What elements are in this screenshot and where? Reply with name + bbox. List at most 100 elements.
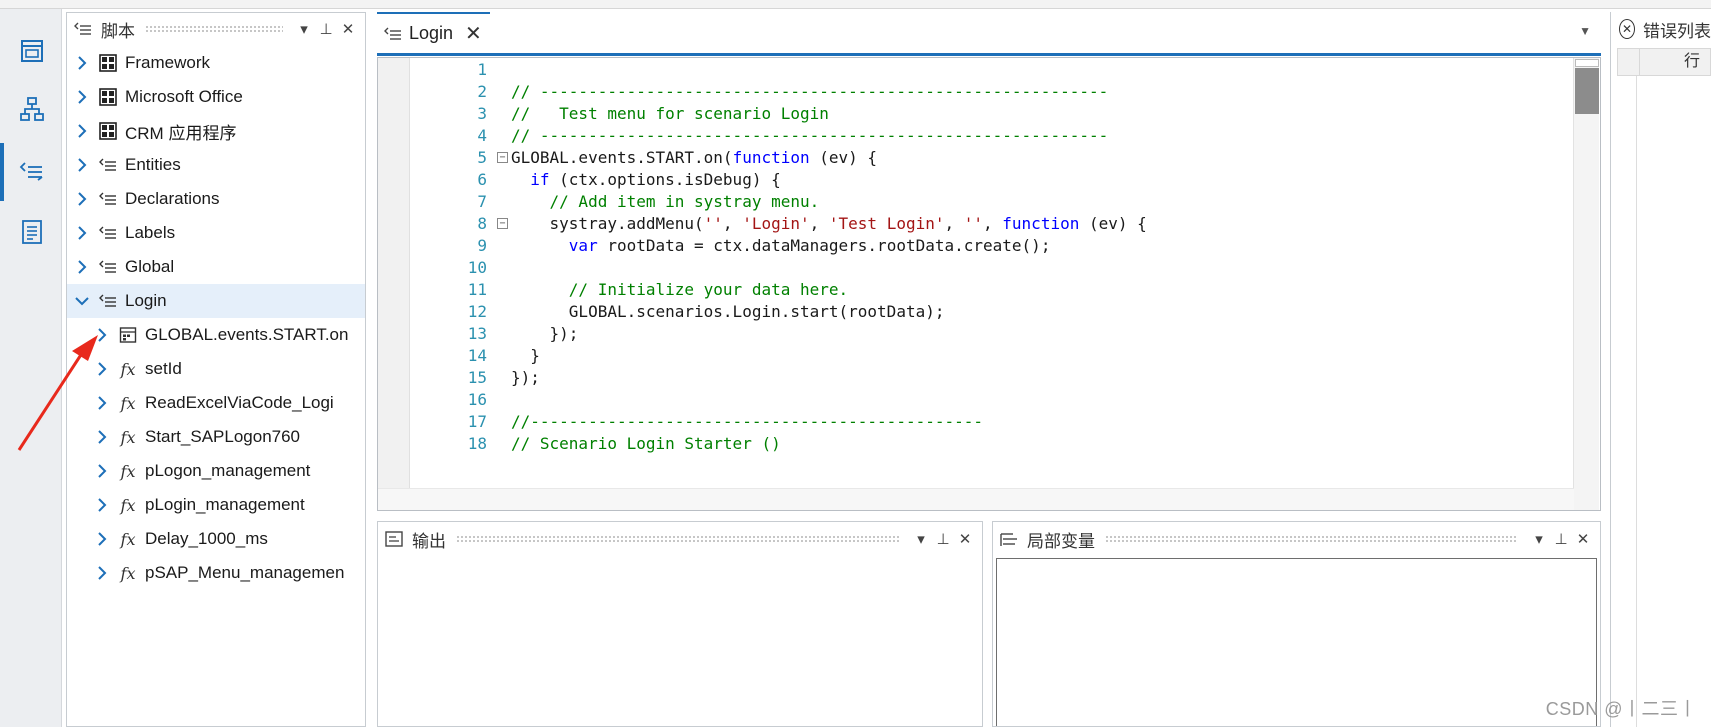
tree-item[interactable]: Global [67,250,365,284]
chevron-right-icon[interactable] [71,120,93,142]
tree-item-label: pLogin_management [145,495,305,514]
code-line[interactable]: 13 }); [411,322,1561,346]
line-number: 1 [477,60,487,79]
chevron-right-icon[interactable] [91,528,113,550]
code-token: , [983,214,1003,233]
locals-content[interactable] [996,558,1597,726]
code-line[interactable]: 14 } [411,344,1561,368]
code-line[interactable]: 8− systray.addMenu('', 'Login', 'Test Lo… [411,212,1561,236]
horizontal-scrollbar[interactable] [378,488,1574,510]
code-line[interactable]: 7 // Add item in systray menu. [411,190,1561,214]
code-token: // Test menu for scenario Login [511,104,829,123]
tree-item[interactable]: Login [67,284,365,318]
tree-child-item[interactable]: fx pLogon_management [67,454,365,488]
scrollbar-thumb[interactable] [1575,68,1599,114]
code-line[interactable]: 15}); [411,366,1561,390]
error-list-title: 错误列表 [1643,21,1711,41]
panel-menu-dropdown-icon[interactable]: ▾ [1528,528,1550,550]
chevron-down-icon[interactable] [71,290,93,312]
column-line-header[interactable]: 行 [1640,49,1710,75]
tree-child-item[interactable]: GLOBAL.events.START.on [67,318,365,352]
tree-item[interactable]: Labels [67,216,365,250]
code-line[interactable]: 18 // Scenario Login Starter () [411,432,1561,456]
scrollbar-split-handle[interactable] [1575,59,1599,67]
tab-list-dropdown-icon[interactable]: ▼ [1579,24,1591,38]
tree-child-item[interactable]: fx Delay_1000_ms [67,522,365,556]
line-number: 2 [477,82,487,101]
code-line[interactable]: 16 [411,388,1561,412]
code-line[interactable]: 11 // Initialize your data here. [411,278,1561,302]
tree-child-item[interactable]: fx pSAP_Menu_managemen [67,556,365,590]
panel-menu-dropdown-icon[interactable]: ▾ [293,18,315,40]
line-number: 13 [467,324,487,343]
locals-panel: 局部变量 ▾ ⊥ ✕ [992,521,1601,727]
pin-icon[interactable]: ⊥ [932,528,954,550]
window-view-icon[interactable] [12,31,52,71]
tree-item-label: Declarations [125,189,220,208]
code-token: //--------------------------------------… [511,412,984,431]
code-line[interactable]: 2 // ------------------------------------… [411,80,1561,104]
scripts-icon[interactable] [12,152,52,192]
chevron-right-icon[interactable] [71,86,93,108]
line-number: 18 [467,434,487,453]
tree-item-label: pLogon_management [145,461,311,480]
code-editor[interactable]: 1 2// -----------------------------------… [377,57,1601,511]
tree-child-item[interactable]: fx Start_SAPLogon760 [67,420,365,454]
pin-icon[interactable]: ⊥ [1550,528,1572,550]
panel-drag-grip[interactable] [456,535,900,543]
line-number: 5 [477,148,487,167]
code-token: var [568,236,598,255]
tree-item[interactable]: Declarations [67,182,365,216]
tab-close-icon[interactable]: ✕ [465,21,482,46]
panel-drag-grip[interactable] [145,25,283,33]
fold-toggle-icon[interactable]: − [497,152,508,163]
fold-toggle-icon[interactable]: − [497,218,508,229]
script-panel-header: 脚本 ▾ ⊥ ✕ [67,13,365,45]
line-number: 10 [467,258,487,277]
hierarchy-icon[interactable] [12,89,52,129]
panel-drag-grip[interactable] [1105,535,1518,543]
code-line[interactable]: 3 // Test menu for scenario Login [411,102,1561,126]
code-line[interactable]: 12 GLOBAL.scenarios.Login.start(rootData… [411,300,1561,324]
code-token: 'Test Login' [828,214,945,233]
panel-menu-dropdown-icon[interactable]: ▾ [910,528,932,550]
code-line[interactable]: 5− GLOBAL.events.START.on(function (ev) { [411,146,1561,170]
tree-child-item[interactable]: fx setId [67,352,365,386]
code-token: // -------------------------------------… [511,126,1109,145]
code-line[interactable]: 1 [411,58,1561,82]
chevron-right-icon[interactable] [71,188,93,210]
chevron-right-icon[interactable] [91,562,113,584]
close-icon[interactable]: ✕ [337,18,359,40]
tree-item[interactable]: Microsoft Office [67,80,365,114]
close-icon[interactable]: ✕ [954,528,976,550]
function-icon: fx [120,529,136,549]
tree-item-label: Framework [125,53,211,72]
chevron-right-icon[interactable] [91,494,113,516]
tree-item[interactable]: CRM 应用程序 [67,114,365,148]
chevron-right-icon[interactable] [71,154,93,176]
code-line[interactable]: 9 var rootData = ctx.dataManagers.rootDa… [411,234,1561,258]
code-line[interactable]: 10 [411,256,1561,280]
output-panel-header: 输出 ▾ ⊥ ✕ [378,522,982,556]
chevron-right-icon[interactable] [71,52,93,74]
document-list-icon[interactable] [12,212,52,252]
code-token: }); [511,324,579,343]
tab-login[interactable]: Login ✕ [377,12,490,53]
code-line[interactable]: 17 //------------------------------------… [411,410,1561,434]
line-number: 17 [467,412,487,431]
tree-item-label: Entities [125,155,181,174]
code-line[interactable]: 6 if (ctx.options.isDebug) { [411,168,1561,192]
pin-icon[interactable]: ⊥ [315,18,337,40]
tree-item[interactable]: Entities [67,148,365,182]
close-icon[interactable]: ✕ [1572,528,1594,550]
code-token: 'Login' [742,214,810,233]
chevron-right-icon[interactable] [91,460,113,482]
vertical-scrollbar[interactable] [1573,58,1599,510]
tree-child-item[interactable]: fx pLogin_management [67,488,365,522]
chevron-right-icon[interactable] [71,222,93,244]
code-line[interactable]: 4 // ------------------------------------… [411,124,1561,148]
tree-child-item[interactable]: fx ReadExcelViaCode_Logi [67,386,365,420]
tree-item[interactable]: Framework [67,46,365,80]
chevron-right-icon[interactable] [71,256,93,278]
